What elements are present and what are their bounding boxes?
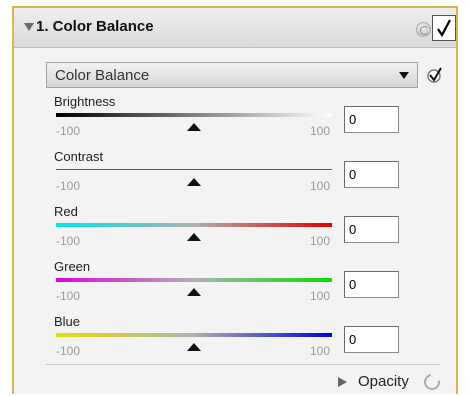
- slider-max-label: 100: [310, 179, 331, 193]
- slider-min-label: -100: [56, 289, 81, 303]
- slider-min-label: -100: [56, 179, 81, 193]
- slider-red: Red -100 100: [54, 204, 434, 256]
- disclosure-triangle-icon[interactable]: [24, 23, 34, 31]
- slider-label: Red: [54, 204, 78, 219]
- mode-dropdown-label: Color Balance: [55, 67, 150, 84]
- slider-contrast: Contrast -100 100: [54, 149, 434, 201]
- slider-max-label: 100: [310, 344, 331, 358]
- red-value-input[interactable]: [344, 216, 399, 243]
- slider-green: Green -100 100: [54, 259, 434, 311]
- progress-ring-icon: [420, 370, 444, 394]
- chevron-down-icon: [399, 72, 409, 79]
- color-balance-panel: 1. Color Balance Color Balance Brightnes…: [12, 6, 458, 394]
- slider-thumb[interactable]: [187, 178, 201, 186]
- mode-dropdown[interactable]: Color Balance: [46, 62, 418, 88]
- contrast-value-input[interactable]: [344, 161, 399, 188]
- slider-track[interactable]: [56, 169, 332, 170]
- refresh-icon[interactable]: [416, 22, 431, 37]
- slider-min-label: -100: [56, 234, 81, 248]
- enable-checkbox[interactable]: [432, 15, 456, 41]
- panel-title: 1. Color Balance: [36, 18, 154, 35]
- slider-blue: Blue -100 100: [54, 314, 434, 366]
- slider-thumb[interactable]: [187, 288, 201, 296]
- disclosure-triangle-icon[interactable]: [338, 377, 347, 387]
- green-value-input[interactable]: [344, 271, 399, 298]
- slider-max-label: 100: [310, 234, 331, 248]
- brightness-value-input[interactable]: [344, 106, 399, 133]
- slider-min-label: -100: [56, 124, 81, 138]
- blue-value-input[interactable]: [344, 326, 399, 353]
- slider-label: Green: [54, 259, 91, 274]
- slider-track[interactable]: [56, 278, 332, 282]
- opacity-label: Opacity: [358, 373, 409, 390]
- slider-label: Brightness: [54, 94, 116, 109]
- slider-brightness: Brightness -100 100: [54, 94, 434, 146]
- apply-checkmark-icon[interactable]: [426, 66, 444, 84]
- slider-track[interactable]: [56, 223, 332, 227]
- slider-thumb[interactable]: [187, 123, 201, 131]
- checkmark-icon: [437, 19, 451, 37]
- slider-label: Blue: [54, 314, 81, 329]
- panel-header[interactable]: 1. Color Balance: [14, 8, 456, 48]
- slider-min-label: -100: [56, 344, 81, 358]
- slider-label: Contrast: [54, 149, 104, 164]
- opacity-row[interactable]: Opacity: [338, 370, 458, 394]
- slider-max-label: 100: [310, 289, 331, 303]
- slider-max-label: 100: [310, 124, 331, 138]
- slider-thumb[interactable]: [187, 343, 201, 351]
- slider-thumb[interactable]: [187, 233, 201, 241]
- divider: [46, 364, 440, 365]
- slider-track[interactable]: [56, 113, 332, 117]
- slider-track[interactable]: [56, 333, 332, 337]
